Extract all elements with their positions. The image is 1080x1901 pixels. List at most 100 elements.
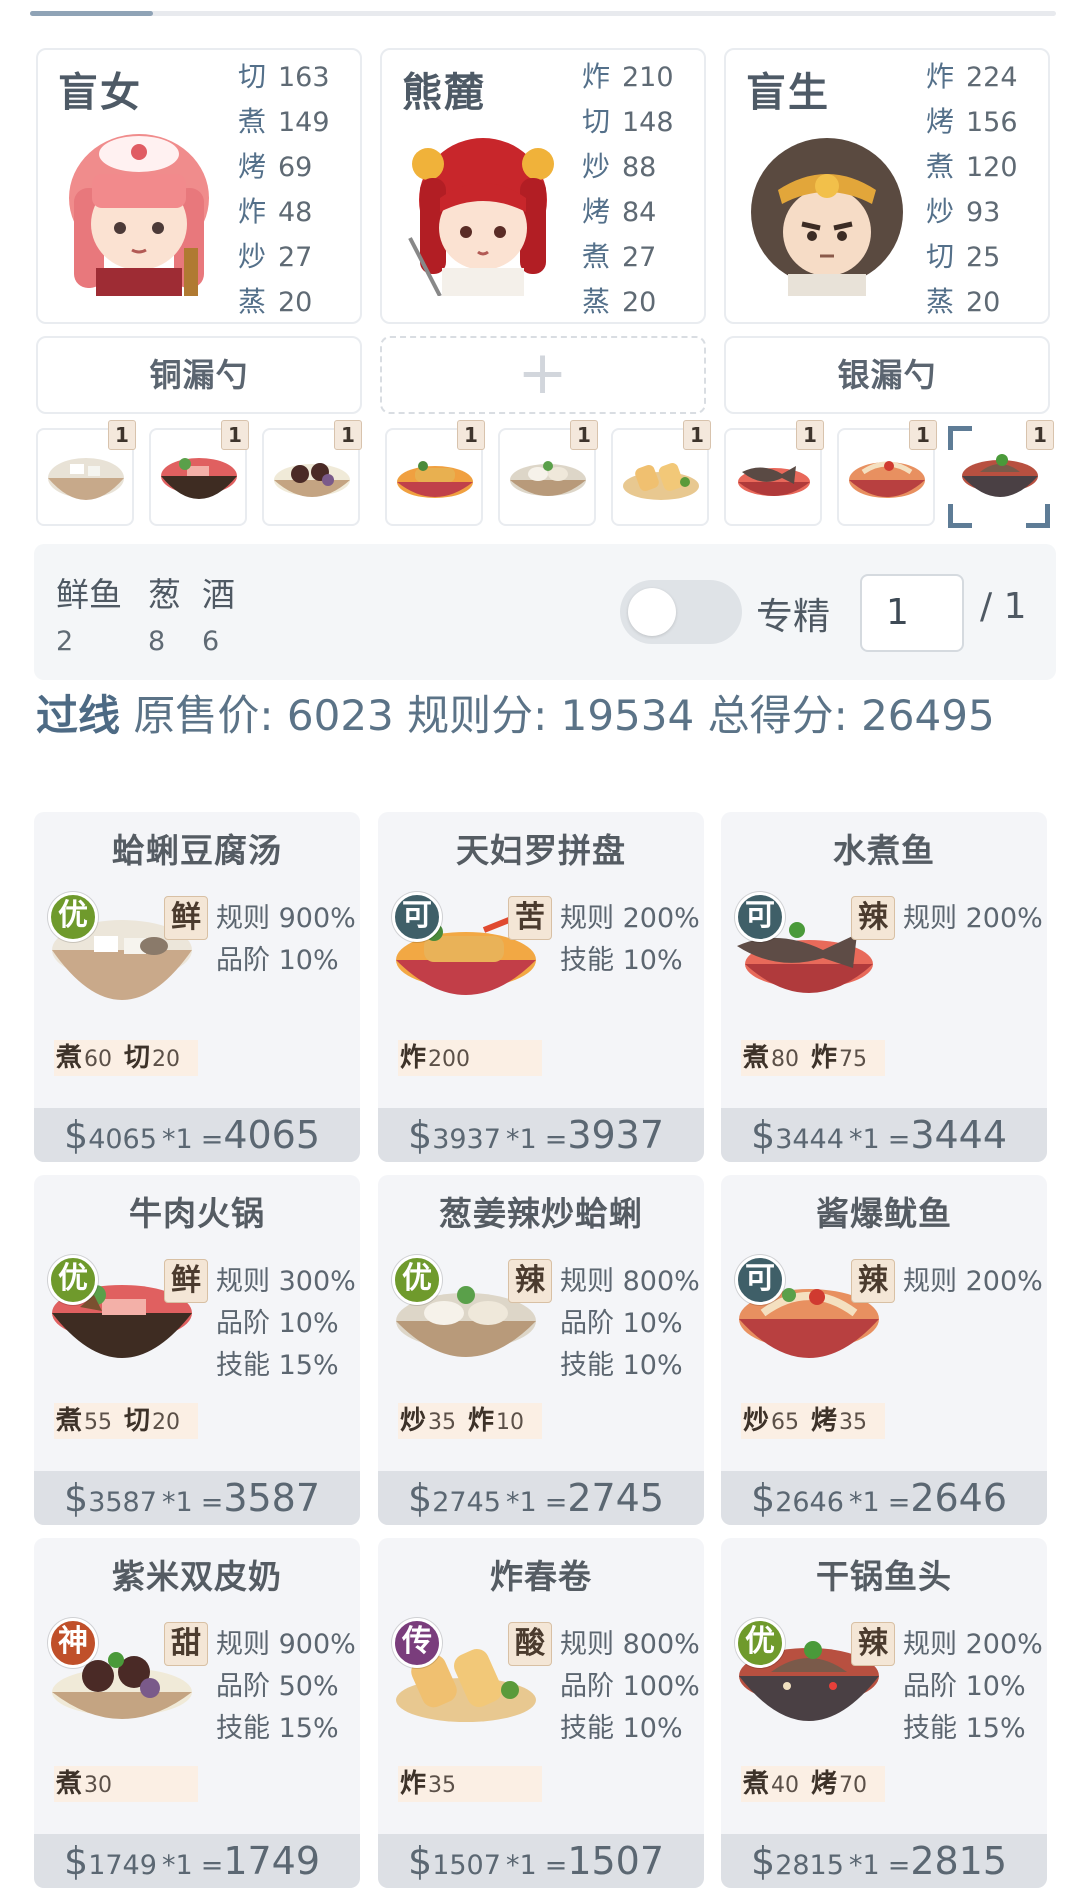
skill-requirement: 烤70	[811, 1769, 868, 1799]
dish-thumb-7[interactable]: 1	[724, 420, 824, 526]
skill-row: 煮 149	[238, 105, 330, 138]
total-price: 3444	[910, 1113, 1008, 1157]
dish-effect: 技能 10%	[560, 1350, 683, 1381]
dish-effect: 品阶 50%	[216, 1671, 339, 1702]
equals-sign: =	[887, 1487, 911, 1518]
skill-requirement: 煮40	[743, 1769, 800, 1799]
dish-effect: 规则 200%	[903, 1629, 1043, 1660]
hotpot-icon	[161, 458, 237, 499]
flavor-badge: 苦	[508, 896, 552, 940]
dish-card[interactable]: 牛肉火锅优 鲜规则 300% 品阶 10% 技能 15% 煮55 切20 $3587 *1 =…	[34, 1175, 360, 1525]
grade-badge: 可	[735, 892, 785, 942]
dish-thumb-2[interactable]: 1	[149, 420, 249, 526]
skill-requirement: 炸10	[468, 1406, 525, 1436]
dish-card[interactable]: 炸春卷传酸规则 800% 品阶 100% 技能 10% 炸35 $1507 *1 =150…	[378, 1538, 704, 1888]
soup-bowl-icon	[48, 458, 124, 500]
flavor-badge: 酸	[508, 1622, 552, 1666]
dish-card[interactable]: 酱爆鱿鱼可辣规则 200% 炒65 烤35 $2646 *1 =2646	[721, 1175, 1047, 1525]
dish-card[interactable]: 蛤蜊豆腐汤优鲜规则 900% 品阶 10% 煮60 切20 $4065 *1 =4065	[34, 812, 360, 1162]
skill-requirements: 煮80 炸75	[741, 1040, 885, 1076]
flavor-badge: 甜	[164, 1622, 208, 1666]
dish-thumb-8[interactable]: 1	[837, 420, 937, 526]
dish-effect: 技能 10%	[560, 1713, 683, 1744]
flavor-badge: 鲜	[164, 896, 208, 940]
fish-head-pot-icon	[962, 454, 1038, 497]
dish-card[interactable]: 紫米双皮奶神甜规则 900% 品阶 50% 技能 15% 煮30 $1749 *1 =17…	[34, 1538, 360, 1888]
chef-avatar	[408, 138, 554, 296]
dish-effect: 技能 15%	[216, 1713, 339, 1744]
dish-effect: 规则 900%	[216, 903, 356, 934]
skill-row: 煮 27	[582, 240, 657, 273]
page-number-input[interactable]: 1	[860, 574, 964, 652]
skill-row: 蒸 20	[238, 285, 313, 318]
grade-badge: 可	[735, 1255, 785, 1305]
dish-count-badge: 1	[334, 420, 362, 450]
skill-row: 炸 210	[582, 60, 674, 93]
skill-row: 烤 156	[926, 105, 1018, 138]
dish-name: 炸春卷	[490, 1557, 592, 1596]
dish-thumb-9-selected[interactable]: 1	[948, 420, 1054, 528]
skill-requirements: 炒35 炸10	[398, 1403, 542, 1439]
dish-count-badge: 1	[108, 420, 136, 450]
skill-requirement: 炸35	[400, 1769, 457, 1799]
chef-card-3[interactable]: 盲生 炸 224 烤 156 煮 120 炒 93 切 25 蒸 20	[724, 48, 1050, 324]
dollar-icon: $	[408, 1113, 433, 1157]
dish-thumb-5[interactable]: 1	[498, 420, 598, 526]
toggle-knob	[628, 588, 676, 636]
price-bar: $3937 *1 =3937	[378, 1108, 704, 1162]
multiplier: *1	[849, 1124, 880, 1155]
specialize-toggle[interactable]	[620, 580, 742, 644]
multiplier: *1	[506, 1124, 537, 1155]
skill-row: 切 25	[926, 240, 1001, 273]
dish-name: 牛肉火锅	[129, 1194, 265, 1233]
add-tool-button[interactable]: +	[380, 336, 706, 414]
skill-row: 煮 120	[926, 150, 1018, 183]
chef-card-1[interactable]: 盲女 切 163 煮 149 烤 69 炸 48 炒 27 蒸 20	[36, 48, 362, 324]
total-price: 1507	[567, 1839, 665, 1883]
skill-requirement: 炸200	[400, 1043, 471, 1073]
dish-count-badge: 1	[570, 420, 598, 450]
dish-effect: 规则 800%	[560, 1266, 700, 1297]
unit-price: 1507	[432, 1850, 501, 1881]
total-price: 2815	[910, 1839, 1008, 1883]
dish-card[interactable]: 葱姜辣炒蛤蜊优 辣规则 800% 品阶 10% 技能 10% 炒35 炸10 $2745 *…	[378, 1175, 704, 1525]
dish-thumb-3[interactable]: 1	[262, 420, 362, 526]
dessert-icon	[274, 463, 350, 497]
equals-sign: =	[887, 1850, 911, 1881]
price-bar: $1507 *1 =1507	[378, 1834, 704, 1888]
chef-avatar	[751, 138, 903, 296]
skill-row: 蒸 20	[582, 285, 657, 318]
flavor-badge: 辣	[851, 1622, 895, 1666]
dish-card[interactable]: 干锅鱼头优 辣规则 200% 品阶 10% 技能 15% 煮40 烤70 $2815 *1 =…	[721, 1538, 1047, 1888]
ingredient-item: 酒 6	[202, 568, 235, 657]
flavor-badge: 辣	[851, 1259, 895, 1303]
dish-effects: 规则 200%	[903, 1261, 1043, 1303]
skill-requirement: 煮60	[56, 1043, 113, 1073]
grade-badge: 优	[735, 1618, 785, 1668]
chef-card-2[interactable]: 熊麓 炸 210 切 148 炒 88 烤 84 煮 27 蒸 20	[380, 48, 706, 324]
skill-requirements: 炸35	[398, 1766, 542, 1802]
dish-card[interactable]: 天妇罗拼盘可苦规则 200% 技能 10% 炸200 $3937 *1 =3937	[378, 812, 704, 1162]
grade-badge: 优	[392, 1255, 442, 1305]
dollar-icon: $	[408, 1476, 433, 1520]
chef-skill-list: 炸 224 烤 156 煮 120 炒 93 切 25 蒸 20	[926, 54, 1046, 324]
dish-thumb-6[interactable]: 1	[611, 420, 711, 526]
skill-row: 炸 48	[238, 195, 313, 228]
total-price: 1749	[223, 1839, 321, 1883]
unit-price: 2815	[775, 1850, 844, 1881]
dish-thumb-1[interactable]: 1	[36, 420, 136, 526]
unit-price: 2745	[432, 1487, 501, 1518]
dish-name: 水煮鱼	[833, 831, 935, 870]
dish-effect: 规则 200%	[560, 903, 700, 934]
top-progress-fill	[30, 11, 154, 16]
skill-row: 烤 84	[582, 195, 657, 228]
dish-thumb-4[interactable]: 1	[385, 420, 485, 526]
dollar-icon: $	[751, 1113, 776, 1157]
tool-slot-1[interactable]: 铜漏勺	[36, 336, 362, 414]
dish-card[interactable]: 水煮鱼可辣规则 200% 煮80 炸75 $3444 *1 =3444	[721, 812, 1047, 1162]
equals-sign: =	[544, 1124, 568, 1155]
chef-skill-list: 切 163 煮 149 烤 69 炸 48 炒 27 蒸 20	[238, 54, 358, 324]
tool-slot-3[interactable]: 银漏勺	[724, 336, 1050, 414]
dollar-icon: $	[64, 1839, 89, 1883]
dish-effect: 品阶 10%	[216, 945, 339, 976]
